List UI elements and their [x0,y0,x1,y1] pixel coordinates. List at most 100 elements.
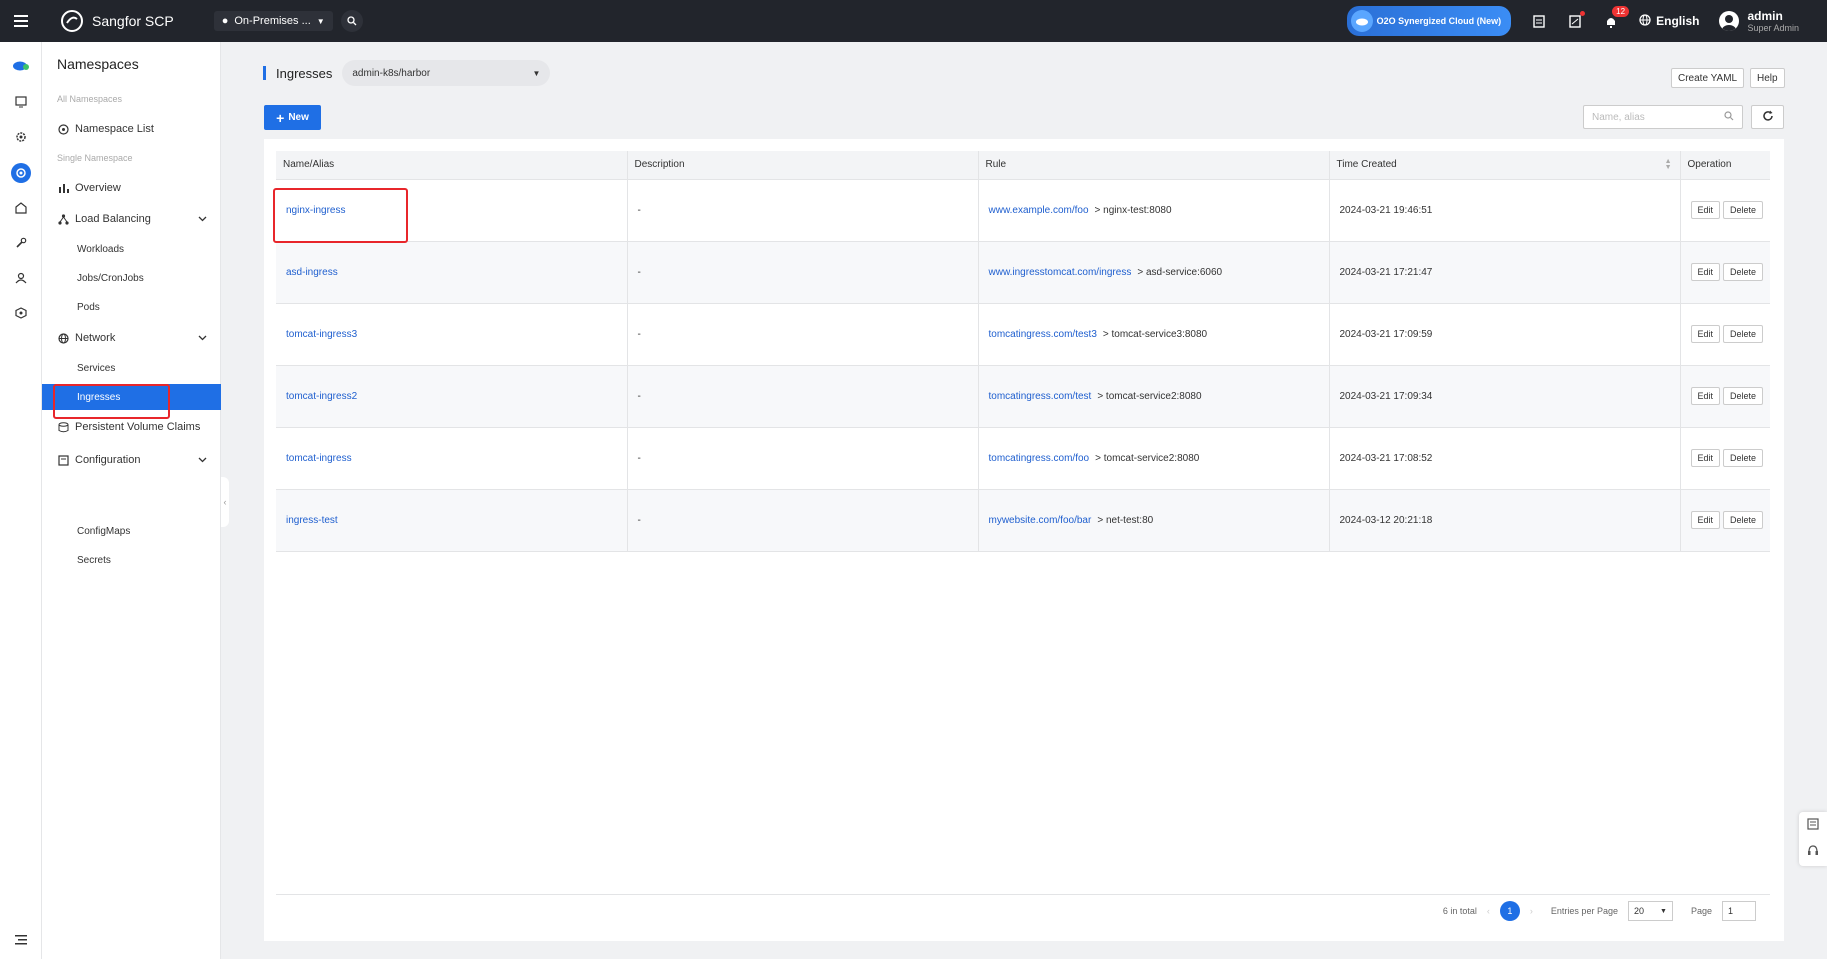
column-header-operation: Operation [1679,151,1770,180]
help-button[interactable]: Help [1750,68,1785,88]
namespace-icon[interactable] [11,163,31,183]
sidebar-item-overview[interactable]: Overview [42,175,221,201]
rule-host-link[interactable]: tomcatingress.com/test [989,391,1092,402]
namespace-icon [57,123,69,135]
cell-rule: www.example.com/foo > nginx-test:8080 [977,179,1329,242]
cell-operation: Edit Delete [1679,427,1770,490]
sidebar-item-workloads[interactable]: Workloads [42,236,221,262]
namespace-select[interactable]: admin-k8s/harbor ▼ [342,60,551,86]
sidebar-item-secrets[interactable]: Secrets [42,547,221,573]
column-header-description: Description [626,151,978,180]
rule-target: > net-test:80 [1097,514,1154,526]
caret-down-icon: ▼ [532,68,541,78]
refresh-icon [1762,110,1774,125]
task-alert-dot [1580,11,1586,16]
rule-host-link[interactable]: tomcatingress.com/foo [989,453,1090,464]
site-select[interactable]: ● On-Premises ... ▼ [213,11,333,31]
hexagon-settings-icon[interactable] [11,303,31,323]
rule-host-link[interactable]: mywebsite.com/foo/bar [989,515,1092,526]
table-row: tomcat-ingress2 - tomcatingress.com/test > … [276,365,1770,428]
floating-toolbar [1799,812,1827,866]
ingress-name-link[interactable]: tomcat-ingress [286,453,352,464]
entries-per-page-select[interactable]: 20 ▼ [1627,901,1673,921]
store-icon[interactable] [11,198,31,218]
rule-host-link[interactable]: tomcatingress.com/test3 [989,329,1097,340]
support-headset-icon[interactable] [1807,845,1819,860]
page-number-current[interactable]: 1 [1499,901,1520,921]
column-header-name[interactable]: Name/Alias [276,151,627,180]
language-select[interactable]: English [1639,13,1699,29]
edit-button[interactable]: Edit [1690,201,1721,219]
document-list-icon[interactable] [1531,13,1547,29]
ingress-name-link[interactable]: tomcat-ingress2 [286,391,357,402]
task-icon[interactable] [1567,11,1586,29]
next-page-icon[interactable]: › [1530,906,1533,916]
edit-button[interactable]: Edit [1690,511,1721,529]
cell-rule: www.ingresstomcat.com/ingress > asd-servi… [977,241,1329,304]
rule-target: > tomcat-service2:8080 [1095,452,1200,464]
delete-button[interactable]: Delete [1723,325,1764,343]
cell-description: - [626,427,978,490]
cell-name: tomcat-ingress2 [276,365,627,428]
page-title: Ingresses [276,65,333,81]
cloud-home-icon[interactable] [11,55,31,75]
side-nav: Namespaces All Namespaces Namespace List… [42,42,229,959]
new-button[interactable]: + New [264,105,321,130]
edit-button[interactable]: Edit [1690,449,1721,467]
sidebar-item-load-balancing[interactable]: Load Balancing [42,206,221,232]
column-header-time-created[interactable]: Time Created ▲ ▼ [1328,151,1680,180]
page-jump-input[interactable]: 1 [1722,901,1756,921]
delete-button[interactable]: Delete [1723,387,1764,405]
chevron-down-icon [198,213,207,225]
highlight-box-ingresses-nav [53,384,170,419]
delete-button[interactable]: Delete [1723,201,1764,219]
sidebar-item-namespace-list[interactable]: Namespace List [42,116,221,142]
sidebar-item-configmaps[interactable]: ConfigMaps [42,518,221,544]
rule-host-link[interactable]: www.ingresstomcat.com/ingress [989,267,1132,278]
collapse-menu-icon[interactable] [11,930,31,950]
sidebar-item-network[interactable]: Network [42,325,221,351]
sidebar-item-pods[interactable]: Pods [42,294,221,320]
delete-button[interactable]: Delete [1723,511,1764,529]
sidebar-item-configuration[interactable]: Configuration [42,447,221,473]
cell-operation: Edit Delete [1679,489,1770,552]
delete-button[interactable]: Delete [1723,263,1764,281]
sidebar-item-jobs[interactable]: Jobs/CronJobs [42,265,221,291]
cell-description: - [626,241,978,304]
cell-description: - [626,179,978,242]
collapse-sidebar-handle[interactable]: ‹ [221,477,229,527]
rule-target: > tomcat-service3:8080 [1102,328,1208,340]
refresh-button[interactable] [1751,105,1784,129]
user-icon[interactable] [11,268,31,288]
search-icon[interactable] [340,10,363,32]
brand[interactable]: Sangfor SCP [60,9,174,33]
highlight-box-nginx-ingress [273,188,408,243]
o2o-cloud-button[interactable]: O2O Synergized Cloud (New) [1346,6,1512,36]
wrench-icon[interactable] [11,233,31,253]
entries-per-page-label: Entries per Page [1550,906,1618,916]
cell-name: ingress-test [276,489,627,552]
edit-button[interactable]: Edit [1690,325,1721,343]
monitor-icon[interactable] [11,92,31,112]
hamburger-menu-icon[interactable] [0,0,42,42]
edit-button[interactable]: Edit [1690,263,1721,281]
cell-time-created: 2024-03-21 17:08:52 [1328,427,1680,490]
sidebar-item-label: Namespace List [75,123,154,135]
rule-host-link[interactable]: www.example.com/foo [989,205,1089,216]
pagination: 6 in total ‹ 1 › Entries per Page 20 ▼ P… [1443,901,1756,921]
ingress-name-link[interactable]: ingress-test [286,515,338,526]
cluster-gear-icon[interactable] [11,127,31,147]
user-menu[interactable]: admin Super Admin [1719,9,1799,33]
create-yaml-button[interactable]: Create YAML [1671,68,1745,88]
notes-icon[interactable] [1807,818,1819,833]
sort-icon[interactable]: ▲ ▼ [1665,158,1672,171]
delete-button[interactable]: Delete [1723,449,1764,467]
ingress-name-link[interactable]: tomcat-ingress3 [286,329,357,340]
sidebar-item-services[interactable]: Services [42,355,221,381]
bell-icon[interactable]: 12 [1603,6,1630,29]
ingress-name-link[interactable]: asd-ingress [286,267,338,278]
edit-button[interactable]: Edit [1690,387,1721,405]
search-input[interactable]: Name, alias [1583,105,1743,129]
prev-page-icon[interactable]: ‹ [1487,906,1490,916]
cell-operation: Edit Delete [1679,303,1770,366]
